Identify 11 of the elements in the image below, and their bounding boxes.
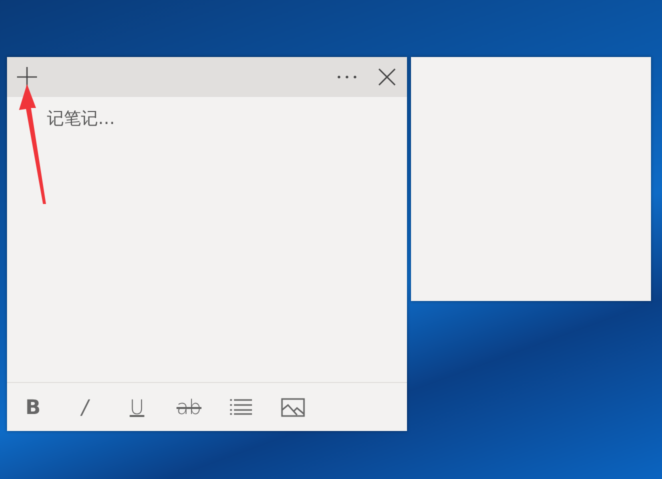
plus-icon: [16, 66, 38, 88]
strike-button[interactable]: ab: [171, 391, 207, 423]
sticky-note[interactable]: 记笔记… B / U ab: [7, 57, 407, 431]
image-icon: [281, 398, 305, 416]
italic-button[interactable]: /: [67, 391, 103, 423]
list-icon: [229, 398, 253, 416]
more-icon: [337, 75, 357, 79]
bold-button[interactable]: B: [15, 391, 51, 423]
close-icon: [378, 68, 396, 86]
note-input-field[interactable]: 记笔记…: [7, 97, 407, 382]
underline-button[interactable]: U: [119, 391, 155, 423]
